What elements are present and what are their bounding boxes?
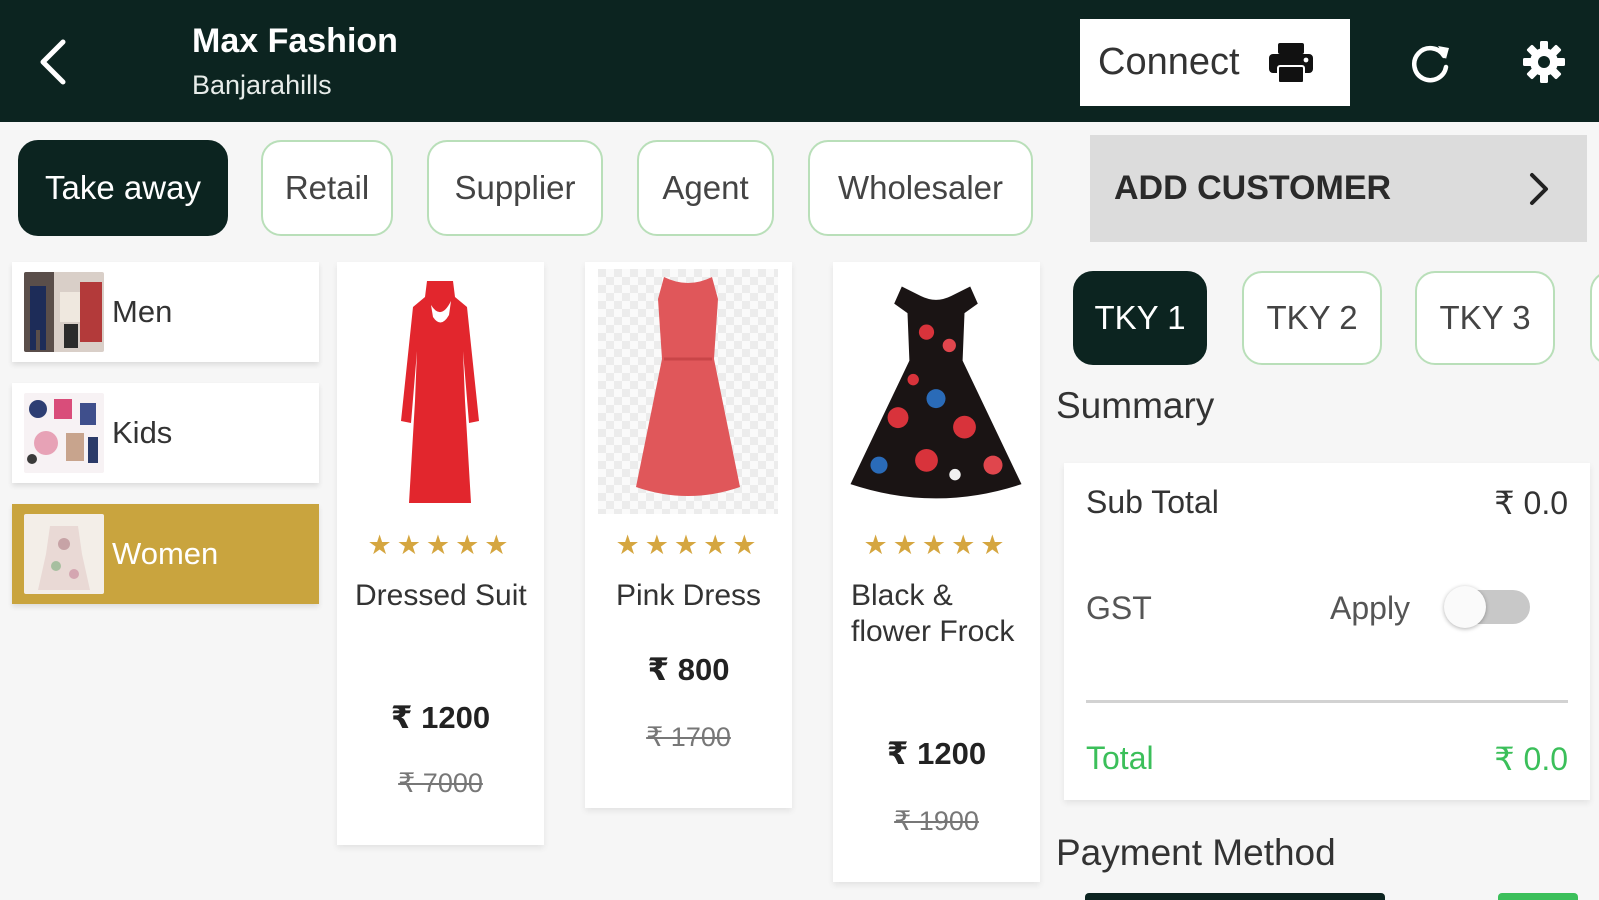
product-original-price: ₹ 1700	[646, 722, 731, 752]
category-men[interactable]: Men	[12, 262, 319, 362]
product-image-pink-dress	[593, 267, 783, 515]
chip-take-away[interactable]: Take away	[18, 140, 228, 236]
product-original-price: ₹ 1900	[894, 806, 979, 836]
chip-agent[interactable]: Agent	[637, 140, 774, 236]
product-price: ₹ 1200	[390, 700, 491, 735]
product-card-pink-dress[interactable]: ★★★★★ Pink Dress ₹ 800 ₹ 1700	[585, 262, 792, 808]
summary-title: Summary	[1056, 385, 1215, 426]
store-title: Max Fashion	[192, 22, 398, 60]
men-category-thumbnail	[24, 272, 104, 352]
tab-tky-more[interactable]	[1590, 271, 1599, 365]
back-arrow-icon	[40, 39, 66, 85]
toggle-knob	[1444, 586, 1486, 628]
app-header: Max Fashion Banjarahills Connect	[0, 0, 1599, 122]
chip-supplier[interactable]: Supplier	[427, 140, 603, 236]
add-customer-button[interactable]: ADD CUSTOMER	[1090, 135, 1587, 242]
product-card-dressed-suit[interactable]: ★★★★★ Dressed Suit ₹ 1200 ₹ 7000	[337, 262, 544, 845]
gst-apply-label: Apply	[1330, 590, 1411, 626]
refresh-icon	[1412, 45, 1449, 83]
chip-retail[interactable]: Retail	[261, 140, 393, 236]
product-original-price: ₹ 7000	[398, 768, 483, 798]
product-rating-stars: ★★★★★	[615, 530, 762, 560]
payment-option-other[interactable]	[1498, 893, 1578, 900]
store-location: Banjarahills	[192, 70, 332, 100]
product-image-red-dress	[345, 267, 535, 515]
product-image-flower-frock	[841, 267, 1031, 515]
chevron-right-icon	[1530, 172, 1548, 205]
tab-tky-1[interactable]: TKY 1	[1073, 271, 1207, 365]
connect-printer-button[interactable]: Connect	[1080, 19, 1350, 106]
category-label-men: Men	[112, 294, 173, 329]
chip-wholesaler[interactable]: Wholesaler	[808, 140, 1033, 236]
category-women[interactable]: Women	[12, 504, 319, 604]
kids-category-thumbnail	[24, 393, 104, 473]
subtotal-label: Sub Total	[1086, 484, 1219, 520]
product-name: Black & flower Frock	[851, 579, 1015, 648]
gst-apply-toggle[interactable]	[1444, 586, 1530, 628]
product-rating-stars: ★★★★★	[863, 530, 1010, 560]
payment-option-cash[interactable]	[1085, 893, 1385, 900]
product-rating-stars: ★★★★★	[367, 530, 514, 560]
gst-label: GST	[1086, 590, 1152, 626]
product-card-black-flower-frock[interactable]: ★★★★★ Black & flower Frock ₹ 1200 ₹ 1900	[833, 262, 1040, 882]
payment-method-title: Payment Method	[1056, 832, 1336, 873]
subtotal-value: ₹ 0.0	[1494, 485, 1568, 521]
printer-icon	[1268, 42, 1313, 84]
refresh-button[interactable]	[1405, 38, 1455, 88]
tab-tky-2[interactable]: TKY 2	[1242, 271, 1382, 365]
summary-divider	[1086, 700, 1568, 703]
total-label: Total	[1086, 740, 1154, 776]
product-price: ₹ 800	[647, 652, 730, 687]
gear-icon	[1523, 41, 1565, 83]
category-label-kids: Kids	[112, 415, 173, 450]
women-category-thumbnail	[24, 514, 104, 594]
total-value: ₹ 0.0	[1494, 741, 1568, 777]
settings-button[interactable]	[1518, 36, 1570, 88]
connect-label: Connect	[1098, 41, 1240, 83]
add-customer-label: ADD CUSTOMER	[1114, 169, 1392, 207]
product-name: Dressed Suit	[355, 579, 527, 612]
product-price: ₹ 1200	[886, 736, 987, 771]
back-button[interactable]	[30, 36, 74, 88]
category-label-women: Women	[112, 536, 219, 571]
tab-tky-3[interactable]: TKY 3	[1415, 271, 1555, 365]
product-name: Pink Dress	[615, 579, 762, 612]
category-kids[interactable]: Kids	[12, 383, 319, 483]
